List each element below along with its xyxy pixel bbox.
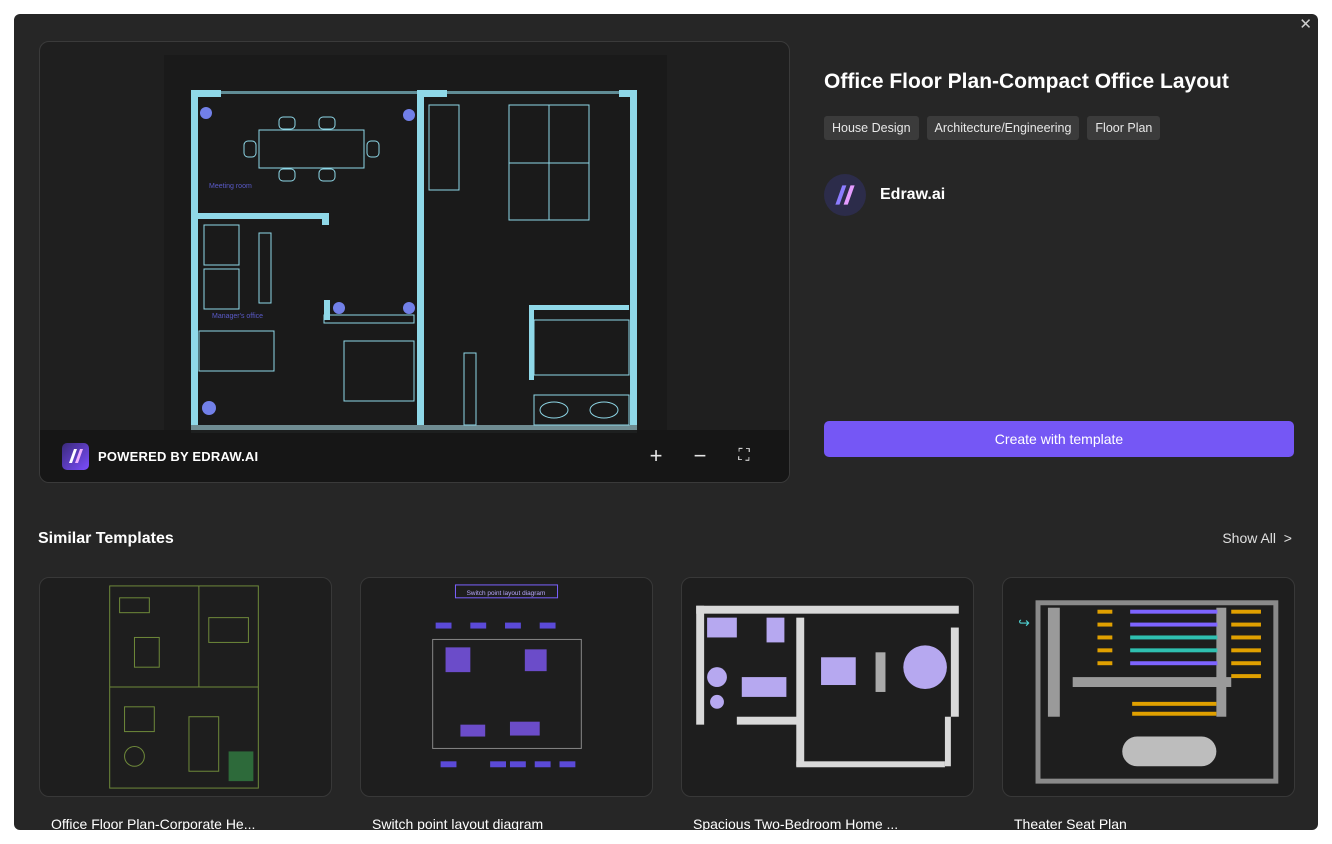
template-thumbnail: Switch point layout diagram bbox=[360, 577, 653, 797]
author-avatar bbox=[824, 174, 866, 216]
zoom-controls: + − ⛶ bbox=[647, 443, 753, 469]
similar-templates-heading: Similar Templates bbox=[38, 530, 174, 547]
chevron-right-icon: > bbox=[1279, 530, 1292, 546]
manager-office-label: Manager's office bbox=[212, 313, 263, 320]
template-preview: Meeting room Manager's office POWERED BY… bbox=[39, 41, 790, 483]
author-name[interactable]: Edraw.ai bbox=[880, 186, 945, 204]
plus-icon[interactable]: + bbox=[647, 443, 665, 469]
template-card-title: Theater Seat Plan bbox=[1014, 816, 1127, 830]
template-title: Office Floor Plan-Compact Office Layout bbox=[824, 70, 1229, 93]
fullscreen-icon[interactable]: ⛶ bbox=[735, 447, 753, 465]
template-thumbnail: ↪ bbox=[1002, 577, 1295, 797]
powered-by-label: POWERED BY EDRAW.AI bbox=[98, 448, 259, 464]
svg-text:↪: ↪ bbox=[1018, 616, 1030, 632]
template-card[interactable]: ↪ Theater Seat Plan bbox=[1002, 577, 1295, 830]
preview-toolbar: POWERED BY EDRAW.AI + − ⛶ bbox=[40, 430, 789, 482]
template-thumbnail bbox=[39, 577, 332, 797]
template-card-title: Switch point layout diagram bbox=[372, 816, 544, 830]
show-all-link[interactable]: Show All > bbox=[1222, 530, 1292, 546]
template-card-title: Office Floor Plan-Corporate He... bbox=[51, 816, 256, 830]
thumb-heading: Switch point layout diagram bbox=[467, 590, 546, 597]
create-with-template-button[interactable]: Create with template bbox=[824, 421, 1294, 457]
floor-plan-preview: Meeting room Manager's office bbox=[164, 55, 667, 438]
tag-house-design[interactable]: House Design bbox=[824, 116, 919, 140]
edraw-logo-icon bbox=[62, 442, 89, 470]
similar-template-list: Office Floor Plan-Corporate He... Switch… bbox=[39, 577, 1295, 830]
minus-icon[interactable]: − bbox=[691, 443, 709, 469]
template-card[interactable]: Spacious Two-Bedroom Home ... bbox=[681, 577, 974, 830]
tag-list: House Design Architecture/Engineering Fl… bbox=[824, 116, 1294, 140]
template-card[interactable]: Office Floor Plan-Corporate He... bbox=[39, 577, 332, 830]
template-card[interactable]: Switch point layout diagram Switch point… bbox=[360, 577, 653, 830]
tag-architecture-engineering[interactable]: Architecture/Engineering bbox=[926, 116, 1080, 140]
show-all-label: Show All bbox=[1222, 530, 1277, 546]
template-thumbnail bbox=[681, 577, 974, 797]
meeting-room-label: Meeting room bbox=[209, 183, 252, 190]
close-icon[interactable]: ✕ bbox=[1299, 16, 1312, 34]
template-modal: ✕ Meeting room Manager's office POWERED … bbox=[14, 14, 1318, 830]
template-info: Office Floor Plan-Compact Office Layout … bbox=[824, 70, 1294, 216]
author-row: Edraw.ai bbox=[824, 174, 1294, 216]
template-card-title: Spacious Two-Bedroom Home ... bbox=[693, 816, 899, 830]
tag-floor-plan[interactable]: Floor Plan bbox=[1087, 116, 1161, 140]
